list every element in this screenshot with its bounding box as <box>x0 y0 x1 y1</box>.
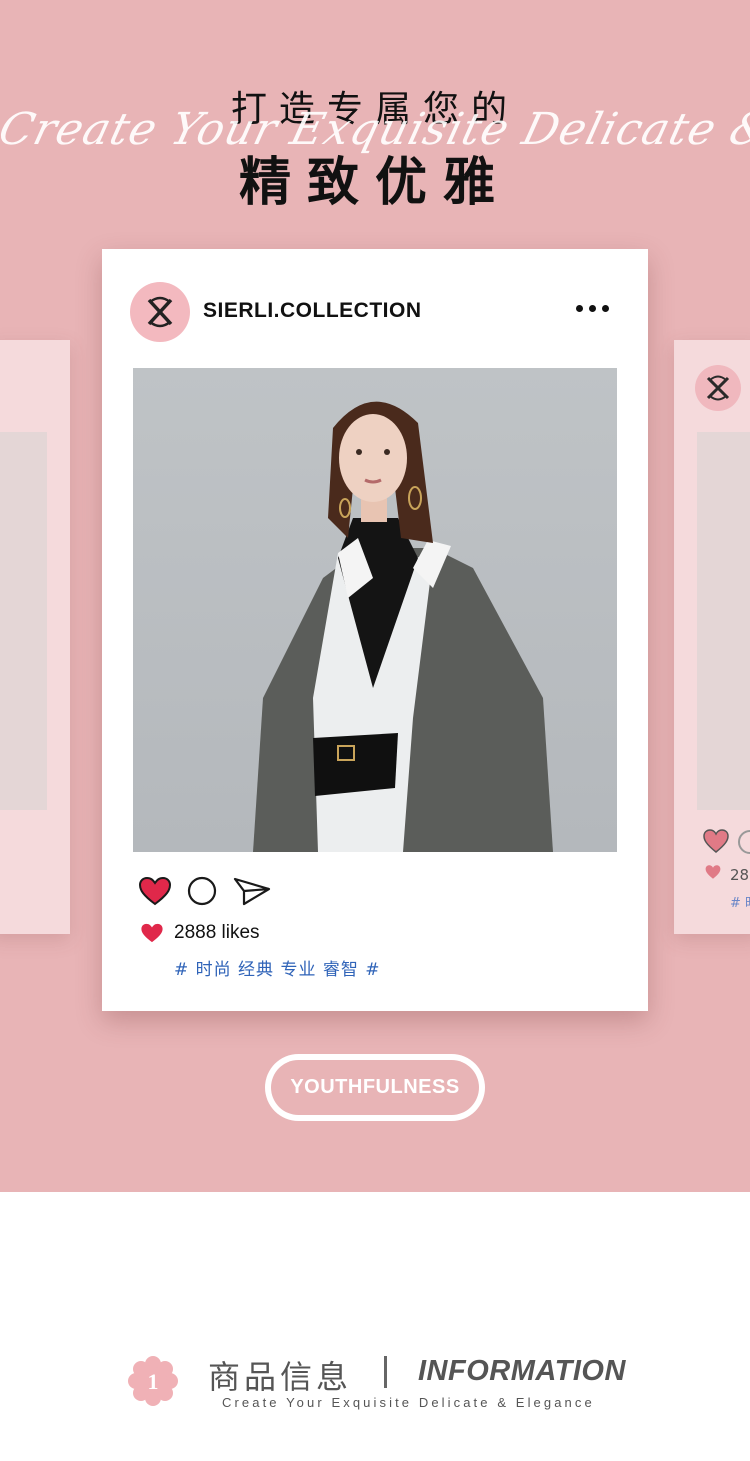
section-number: 1 <box>148 1369 159 1394</box>
side-post-card-right[interactable]: 288 # 时 <box>674 340 750 934</box>
comment-icon[interactable] <box>738 830 750 854</box>
side-post-photo <box>0 432 47 810</box>
send-icon[interactable] <box>232 875 272 907</box>
divider <box>384 1356 387 1388</box>
likes-count: 2888 likes <box>174 922 260 943</box>
post-photo <box>133 368 617 852</box>
more-horizontal-icon[interactable] <box>576 305 609 312</box>
hero-banner: 打造专属您的 Create Your Exquisite Delicate & … <box>0 0 750 1192</box>
likes-row: 2888 likes <box>140 922 260 944</box>
comment-icon[interactable] <box>186 875 218 907</box>
youthfulness-button[interactable]: YOUTHFULNESS <box>265 1054 485 1121</box>
side-likes-count: 288 <box>730 866 750 884</box>
heart-icon <box>141 923 163 943</box>
post-actions <box>138 875 272 907</box>
section-subtitle: Create Your Exquisite Delicate & Eleganc… <box>222 1395 595 1410</box>
account-name[interactable]: SIERLI.COLLECTION <box>203 299 422 323</box>
heart-icon <box>705 865 721 879</box>
youthfulness-label: YOUTHFULNESS <box>271 1060 479 1115</box>
brand-logo-icon <box>706 375 730 401</box>
post-hashtags[interactable]: # 时尚 经典 专业 睿智 # <box>174 955 381 980</box>
side-post-photo <box>697 432 750 810</box>
headline-main: 精致优雅 <box>238 152 511 213</box>
section-title-cn: 商品信息 <box>208 1358 353 1396</box>
side-hashtags[interactable]: # 时 <box>730 892 750 911</box>
side-post-card-left[interactable] <box>0 340 70 934</box>
heart-icon[interactable] <box>138 876 172 906</box>
heart-icon[interactable] <box>702 828 730 854</box>
model-illustration <box>253 401 553 852</box>
post-card: SIERLI.COLLECTION 2888 likes # 时尚 经典 专业 … <box>102 249 648 1011</box>
account-avatar[interactable] <box>130 282 190 342</box>
section-title-en: INFORMATION <box>418 1355 626 1387</box>
brand-logo-icon <box>147 296 173 328</box>
flower-number-icon: 1 <box>128 1356 178 1406</box>
side-avatar <box>695 365 741 411</box>
